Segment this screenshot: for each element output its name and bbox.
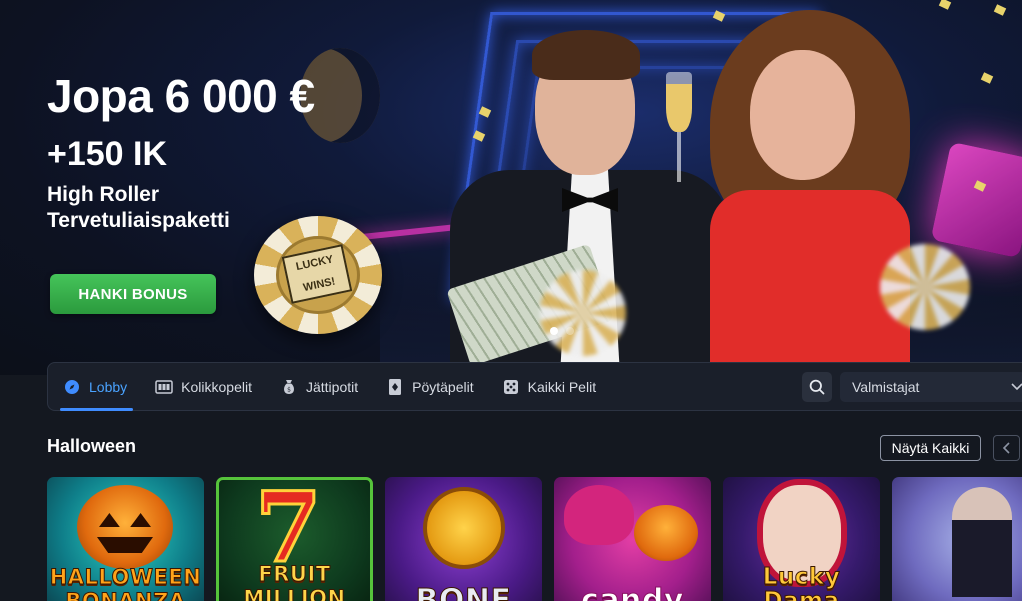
tab-label: Jättipotit <box>305 378 359 395</box>
get-bonus-button[interactable]: HANKI BONUS <box>50 274 216 314</box>
carousel-prev-button[interactable] <box>993 435 1020 461</box>
game-tile-vampire[interactable] <box>892 477 1022 601</box>
game-tile-bone[interactable]: BONE <box>385 477 542 601</box>
game-title: candy <box>581 583 684 601</box>
pumpkin-art <box>634 505 698 561</box>
confetti <box>980 72 994 84</box>
bat-art <box>564 485 634 545</box>
carousel-dots <box>550 327 574 335</box>
game-tile-candy[interactable]: candy <box>554 477 711 601</box>
carousel-dot-active[interactable] <box>550 327 558 335</box>
provider-select[interactable]: Valmistajat <box>840 372 1022 402</box>
game-title: BONE <box>415 583 512 601</box>
game-tile-lucky-dama[interactable]: Lucky Dama <box>723 477 880 601</box>
carousel-dot[interactable] <box>566 327 574 335</box>
pumpkin-art <box>77 485 173 569</box>
hero-subtitle: +150 IK <box>47 135 168 173</box>
page: LUCKY WINS! Jopa 6 000 € +150 IK High Ro… <box>0 0 1022 601</box>
chevron-down-icon <box>1010 379 1022 396</box>
tab-slots[interactable]: Kolikkopelit <box>141 362 266 411</box>
hero-description: High Roller Tervetuliaispaketti <box>47 183 230 232</box>
tab-label: Kolikkopelit <box>181 378 252 395</box>
sun-idol-art <box>423 487 505 569</box>
tab-label: Kaikki Pelit <box>527 378 597 395</box>
playing-card-icon <box>386 378 404 396</box>
confetti <box>993 4 1007 16</box>
section-title: Halloween <box>47 436 137 456</box>
svg-text:$: $ <box>287 386 291 393</box>
dice-icon <box>502 378 520 396</box>
hero-banner[interactable]: LUCKY WINS! Jopa 6 000 € +150 IK High Ro… <box>0 0 1022 375</box>
casino-chip <box>540 270 626 356</box>
game-carousel: HALLOWEEN BONANZA 7 FRUIT MILLION BONE c… <box>47 477 1022 601</box>
game-tile-fruit-million[interactable]: 7 FRUIT MILLION <box>216 477 373 601</box>
hero-title: Jopa 6 000 € <box>47 70 315 122</box>
slot-machine-icon <box>155 378 173 396</box>
game-title: Lucky Dama <box>762 564 841 601</box>
confetti <box>938 0 952 10</box>
show-all-button[interactable]: Näytä Kaikki <box>880 435 981 461</box>
tab-all-games[interactable]: Kaikki Pelit <box>488 362 610 411</box>
provider-select-value: Valmistajat <box>852 379 920 395</box>
champagne-glass-image <box>664 72 694 192</box>
tab-lobby[interactable]: Lobby <box>48 362 141 411</box>
game-title: FRUIT MILLION <box>243 562 346 601</box>
category-nav: Lobby Kolikkopelit $ Jättipotit Pöytäpel… <box>47 362 1022 411</box>
vampire-art <box>952 487 1012 597</box>
chevron-left-icon <box>998 439 1016 457</box>
casino-chip <box>880 244 970 330</box>
search-icon <box>808 378 826 396</box>
hero-text-block: Jopa 6 000 € +150 IK High Roller Tervetu… <box>47 70 315 234</box>
money-bag-icon: $ <box>280 378 298 396</box>
game-title: HALLOWEEN BONANZA <box>49 565 202 601</box>
search-button[interactable] <box>802 372 832 402</box>
compass-icon <box>63 378 81 396</box>
tab-table-games[interactable]: Pöytäpelit <box>372 362 487 411</box>
game-tile-halloween-bonanza[interactable]: HALLOWEEN BONANZA <box>47 477 204 601</box>
tab-label: Pöytäpelit <box>412 378 474 395</box>
tab-label: Lobby <box>89 378 128 395</box>
diamond-decoration <box>930 141 1022 259</box>
tab-jackpots[interactable]: $ Jättipotit <box>266 362 372 411</box>
